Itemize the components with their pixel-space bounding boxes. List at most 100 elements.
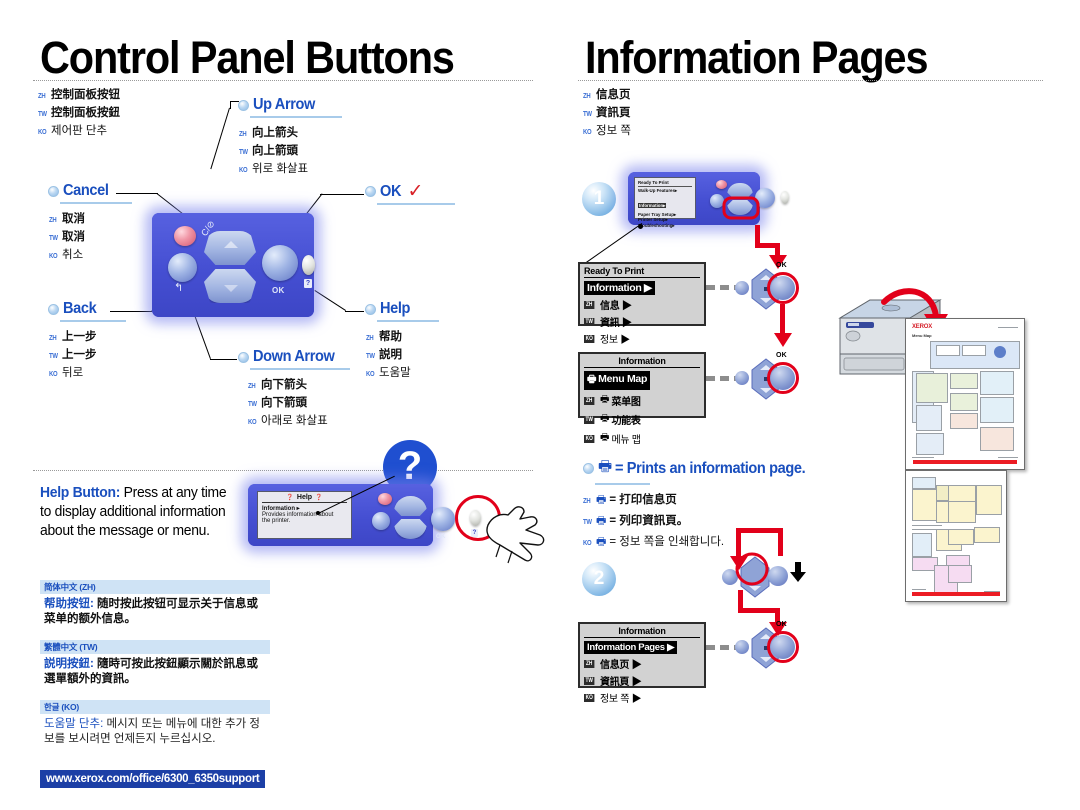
help-section-rule <box>33 470 533 471</box>
lcd-lang-tag: KO <box>584 693 595 702</box>
sheet-box <box>974 527 1000 543</box>
lang-text: 信息页 <box>596 89 631 101</box>
lcd-lang-tag: KO <box>584 434 595 443</box>
printer-icon: 🖶 <box>587 374 597 385</box>
printer-icon: 🖶 <box>600 394 610 405</box>
help-button-step1[interactable] <box>781 191 789 204</box>
printer-icon: 🖶 <box>598 458 613 475</box>
lang-text: 위로 화살표 <box>252 163 309 175</box>
callout-header: Back <box>48 300 143 318</box>
lang-tag: TW <box>366 353 375 360</box>
lang-tag: KO <box>38 129 47 136</box>
help-icon-right: ❓ <box>315 495 323 501</box>
sheet-line <box>998 457 1018 458</box>
lang-tag: TW <box>583 519 592 526</box>
step-1-badge: 1 <box>582 182 616 216</box>
callout-title: Down Arrow <box>253 348 335 365</box>
help-icon-left: ❓ <box>286 495 294 501</box>
title-rule-left <box>33 80 533 81</box>
back-button-mini[interactable] <box>735 371 749 385</box>
lang-text: 向下箭頭 <box>261 397 307 409</box>
ok-button-small[interactable] <box>431 507 455 531</box>
callout-underline <box>377 203 455 205</box>
lang-row: ZH 取消 <box>49 210 143 226</box>
lang-tag: KO <box>583 540 592 547</box>
cancel-button[interactable] <box>174 226 196 246</box>
lang-tag: ZH <box>366 335 374 342</box>
back-button[interactable] <box>168 253 197 282</box>
lang-tag: TW <box>49 235 58 242</box>
back-button-mini[interactable] <box>735 640 749 654</box>
lcd-lang-tag: TW <box>584 317 595 326</box>
sheet-box <box>962 345 986 356</box>
help-button[interactable] <box>302 255 315 275</box>
lang-text: 上一步 <box>62 331 97 343</box>
lang-tag: TW <box>248 401 257 408</box>
step2-lcd-information: Information Information Pages ▶ ZH 信息页 ▶ … <box>578 622 706 705</box>
lang-row: TW 取消 <box>49 228 143 244</box>
sheet-box <box>912 533 932 557</box>
lcd-row: KO 정보 쪽 ▶ <box>580 689 704 706</box>
lcd-lang-tag: TW <box>584 676 595 685</box>
lang-tag: KO <box>49 371 58 378</box>
lang-tag: ZH <box>583 93 591 100</box>
lang-box-body: 説明按鈕: 隨時可按此按鈕顯示關於訊息或選單額外的資訊。 <box>40 654 270 687</box>
ok-button[interactable] <box>262 245 298 281</box>
lang-tag: ZH <box>239 131 247 138</box>
callout-title: Help <box>380 300 411 317</box>
callout-back: Back ZH 上一步 TW 上一步 KO 뒤로 <box>48 300 143 382</box>
support-url-bar[interactable]: www.xerox.com/office/6300_6350support <box>40 770 266 788</box>
lang-row: TW 向下箭頭 <box>248 394 353 410</box>
bullet-icon <box>48 303 59 315</box>
back-button-small[interactable] <box>372 512 390 530</box>
leader-line <box>314 290 347 311</box>
lcd-title: Ready To Print <box>584 266 645 276</box>
printer-icon: 🖶 <box>600 413 610 424</box>
lang-text: 취소 <box>62 249 84 261</box>
lang-row: TW 資訊頁 <box>583 104 631 120</box>
lang-row: ZH 🖶 = 打印信息页 <box>583 491 833 510</box>
leader-line <box>320 194 364 195</box>
lang-text: 정보 쪽 <box>596 125 631 137</box>
lang-box-body: 도움말 단추: 메시지 또는 메뉴에 대한 추가 정보를 보시려면 언제든지 누… <box>40 714 270 747</box>
sheet-box <box>950 413 978 429</box>
sheet-red-bar <box>913 460 1017 464</box>
sheet-line <box>912 457 934 458</box>
lang-tag: ZH <box>38 93 46 100</box>
back-button-mini[interactable] <box>735 281 749 295</box>
lang-tag: KO <box>239 167 248 174</box>
lang-tag: TW <box>239 149 248 156</box>
lang-text: 제어판 단추 <box>51 125 108 137</box>
lang-row: ZH 向下箭头 <box>248 376 353 392</box>
callout-underline <box>377 320 439 322</box>
callout-title: Up Arrow <box>253 96 316 113</box>
lang-row: TW 🖶 = 列印資訊頁。 <box>583 512 833 531</box>
legend-header: 🖶 = Prints an information page. <box>583 456 833 481</box>
ok-label-small: OK <box>436 534 446 540</box>
leader-line <box>345 311 364 312</box>
hand-pointer-icon <box>486 506 545 564</box>
callout-underline <box>250 116 342 118</box>
lang-tag: TW <box>49 353 58 360</box>
lang-tag: KO <box>366 371 375 378</box>
lang-box-ko: 한글 (KO) 도움말 단추: 메시지 또는 메뉴에 대한 추가 정보를 보시려… <box>40 700 270 747</box>
ok-caption-step2: OK <box>776 621 787 628</box>
sheet-box <box>948 501 976 523</box>
lcd-selected-label: Menu Map <box>598 373 648 385</box>
lang-tag: ZH <box>248 383 256 390</box>
lang-tag: KO <box>49 253 58 260</box>
lcd-title: Information <box>618 356 666 366</box>
cancel-button-small[interactable] <box>378 493 392 505</box>
cancel-button-step1[interactable] <box>716 180 727 189</box>
sheet-box <box>916 405 942 431</box>
help-screen-line-3: the printer. <box>262 518 291 524</box>
lang-row: ZH 控制面板按钮 <box>38 86 120 102</box>
lcd-lang-text: 信息页 ▶ <box>600 660 642 671</box>
mini-lcd-line: Ready To Print <box>638 180 669 185</box>
ok-button-label: OK <box>272 286 285 295</box>
bullet-icon <box>583 463 594 474</box>
legend-label: = Prints an information page. <box>615 459 806 477</box>
up-arrow-button[interactable] <box>204 231 256 265</box>
callout-underline <box>60 202 132 204</box>
callout-header: Help <box>365 300 460 318</box>
